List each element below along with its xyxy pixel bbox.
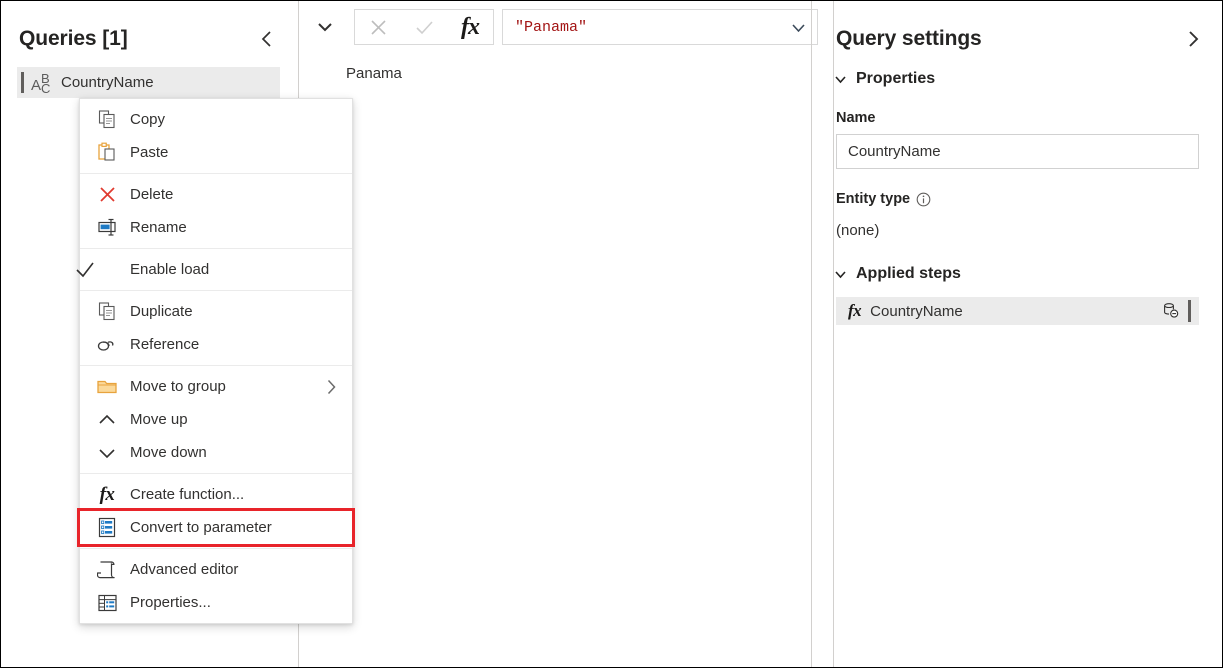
query-list-item-label: CountryName	[61, 74, 154, 91]
applied-step-row[interactable]: fx CountryName	[836, 297, 1199, 325]
checkmark-icon[interactable]	[401, 10, 447, 44]
copy-icon	[88, 108, 126, 132]
formula-input-value: "Panama"	[515, 18, 588, 36]
preview-scalar-value: Panama	[346, 65, 402, 82]
delete-x-icon	[88, 183, 126, 207]
fx-icon: fx	[99, 483, 115, 505]
menu-separator	[80, 290, 352, 291]
chevron-down-icon	[835, 270, 846, 278]
menu-separator	[80, 248, 352, 249]
menu-item-label: Delete	[130, 186, 174, 203]
chevron-down-icon	[835, 75, 846, 83]
applied-steps-section-header[interactable]: Applied steps	[834, 265, 961, 283]
menu-item-move-up[interactable]: Move up	[80, 403, 352, 436]
menu-separator	[80, 548, 352, 549]
menu-item-rename[interactable]: Rename	[80, 211, 352, 244]
name-input[interactable]	[836, 134, 1199, 169]
menu-item-advanced-editor[interactable]: Advanced editor	[80, 553, 352, 586]
menu-item-label: Enable load	[130, 261, 210, 278]
pane-divider-center	[811, 1, 812, 667]
menu-item-label: Move up	[130, 411, 188, 428]
advanced-editor-icon	[88, 558, 126, 582]
menu-item-label: Move down	[130, 444, 207, 461]
menu-separator	[80, 173, 352, 174]
formula-input[interactable]: "Panama"	[502, 9, 818, 45]
chevron-left-icon[interactable]	[253, 26, 279, 52]
reference-link-icon	[88, 333, 126, 357]
fx-icon: fx	[848, 301, 862, 320]
info-icon	[916, 192, 931, 206]
applied-steps-list: fx CountryName	[836, 297, 1199, 652]
menu-item-create-function[interactable]: fx Create function...	[80, 478, 352, 511]
menu-item-label: Rename	[130, 219, 187, 236]
query-context-menu: Copy Paste Delete Rename Enable load Dup…	[76, 98, 355, 624]
menu-separator	[80, 365, 352, 366]
menu-item-enable-load[interactable]: Enable load	[76, 253, 352, 286]
close-x-icon[interactable]	[355, 10, 401, 44]
preview-pane: fx "Panama" Panama	[300, 1, 818, 667]
menu-item-copy[interactable]: Copy	[80, 103, 352, 136]
applied-step-name: CountryName	[870, 302, 963, 320]
menu-item-properties[interactable]: Properties...	[80, 586, 352, 619]
menu-item-delete[interactable]: Delete	[80, 178, 352, 211]
query-settings-pane: Query settings Properties Name Entity ty…	[834, 1, 1222, 667]
queries-pane-header: Queries [1]	[19, 21, 279, 57]
query-list: A B C CountryName	[17, 67, 280, 98]
menu-item-duplicate[interactable]: Duplicate	[80, 295, 352, 328]
entity-type-value: (none)	[836, 222, 880, 239]
entity-type-label: Entity type	[836, 191, 931, 207]
duplicate-icon	[88, 300, 126, 324]
step-selection-caret	[1188, 300, 1191, 322]
query-settings-header: Query settings	[836, 21, 1206, 57]
folder-icon	[88, 375, 126, 399]
chevron-up-icon	[88, 408, 126, 432]
menu-item-label: Move to group	[130, 378, 226, 395]
name-field-label: Name	[836, 110, 876, 126]
menu-item-move-down[interactable]: Move down	[80, 436, 352, 469]
menu-item-label: Copy	[130, 111, 166, 128]
power-query-editor: Queries [1] A B C CountryName fx "Panama…	[0, 0, 1223, 668]
query-settings-title: Query settings	[836, 27, 982, 50]
menu-item-label: Paste	[130, 144, 169, 161]
abc-text-type-icon: A B C	[31, 70, 51, 96]
chevron-down-icon[interactable]	[310, 9, 340, 45]
menu-separator	[80, 473, 352, 474]
menu-item-convert-to-parameter[interactable]: Convert to parameter	[77, 508, 355, 547]
formula-bar: fx "Panama"	[310, 9, 818, 45]
menu-item-label: Reference	[130, 336, 200, 353]
properties-section-label: Properties	[856, 70, 936, 87]
formula-action-buttons: fx	[354, 9, 494, 45]
menu-item-reference[interactable]: Reference	[80, 328, 352, 361]
menu-item-label: Create function...	[130, 486, 245, 503]
checkmark-icon	[66, 258, 104, 282]
rename-icon	[88, 216, 126, 240]
menu-item-label: Convert to parameter	[130, 519, 272, 536]
chevron-right-icon[interactable]	[1180, 26, 1206, 52]
database-no-folding-icon[interactable]	[1161, 301, 1181, 321]
menu-item-label: Properties...	[130, 594, 211, 611]
chevron-down-icon	[88, 441, 126, 465]
applied-steps-section-label: Applied steps	[856, 265, 961, 282]
menu-item-paste[interactable]: Paste	[80, 136, 352, 169]
menu-item-label: Advanced editor	[130, 561, 239, 578]
menu-item-move-to-group[interactable]: Move to group	[80, 370, 352, 403]
query-list-item-countryname[interactable]: A B C CountryName	[17, 67, 280, 98]
fx-icon[interactable]: fx	[447, 10, 493, 44]
parameter-list-icon	[88, 516, 126, 540]
menu-item-label: Duplicate	[130, 303, 193, 320]
queries-pane-title: Queries [1]	[19, 27, 128, 50]
table-properties-icon	[88, 591, 126, 615]
paste-icon	[88, 141, 126, 165]
chevron-down-icon[interactable]	[785, 10, 811, 44]
chevron-right-icon	[325, 378, 338, 395]
selection-accent-bar	[21, 72, 24, 93]
properties-section-header[interactable]: Properties	[834, 70, 935, 88]
